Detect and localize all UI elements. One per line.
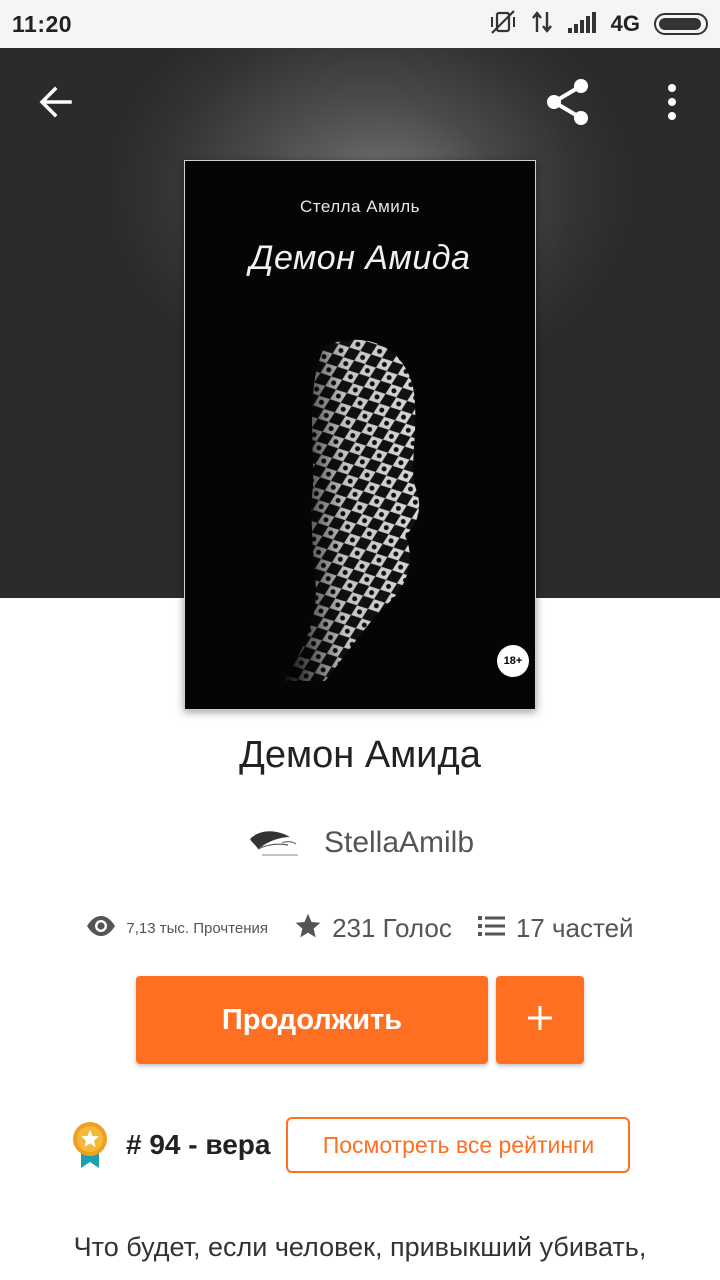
author-link[interactable]: StellaAmilb	[0, 820, 720, 866]
battery-icon	[654, 13, 708, 35]
medal-icon	[68, 1120, 112, 1170]
rank-text: # 94 - вера	[126, 1129, 271, 1160]
parts-count: 17 частей	[515, 912, 634, 943]
vibrate-off-icon	[489, 9, 517, 40]
book-cover[interactable]: Стелла Амиль Демон Амида 18+	[184, 160, 536, 710]
list-icon	[477, 914, 506, 943]
plus-icon	[525, 1003, 555, 1038]
network-type: 4G	[610, 11, 640, 36]
status-bar: 11:20 4G	[0, 0, 720, 48]
parts-stat[interactable]: 17 частей	[477, 912, 634, 944]
votes-stat: 231 Голос	[294, 912, 452, 945]
add-to-library-button[interactable]	[496, 976, 584, 1064]
signal-icon	[567, 10, 597, 39]
reads-count: 7,13 тыс. Прочтения	[126, 919, 269, 937]
votes-count: 231 Голос	[332, 912, 452, 943]
arrow-back-icon	[38, 84, 74, 125]
view-all-rankings-button[interactable]: Посмотреть все рейтинги	[286, 1117, 631, 1173]
share-button[interactable]	[538, 74, 598, 134]
author-avatar	[246, 825, 302, 861]
cover-illustration	[285, 339, 420, 681]
cover-author: Стелла Амиль	[299, 197, 421, 216]
story-description: Что будет, если человек, привыкший убива…	[73, 1232, 647, 1262]
eye-icon	[86, 915, 116, 942]
more-options-button[interactable]	[642, 74, 702, 134]
age-rating-badge: 18+	[497, 645, 529, 677]
more-vert-icon	[667, 83, 677, 125]
back-button[interactable]	[26, 74, 86, 134]
status-icons: 4G	[489, 9, 708, 40]
story-title: Демон Амида	[239, 734, 481, 776]
story-details-screen: 11:20 4G Стелла Амиль Демон Амида 18+ Де…	[0, 0, 720, 1280]
continue-reading-button[interactable]: Продолжить	[136, 976, 488, 1064]
ranking-row: # 94 - вера Посмотреть все рейтинги	[68, 1117, 631, 1173]
reads-stat: 7,13 тыс. Прочтения	[86, 915, 268, 942]
status-time: 11:20	[12, 11, 73, 37]
author-name: StellaAmilb	[323, 826, 475, 859]
cover-title: Демон Амида	[249, 239, 471, 277]
data-transfer-icon	[531, 10, 553, 39]
star-icon	[294, 912, 322, 945]
story-stats: 7,13 тыс. Прочтения 231 Голос 17 частей	[0, 908, 720, 948]
share-icon	[543, 77, 593, 132]
battery-level	[659, 18, 701, 30]
